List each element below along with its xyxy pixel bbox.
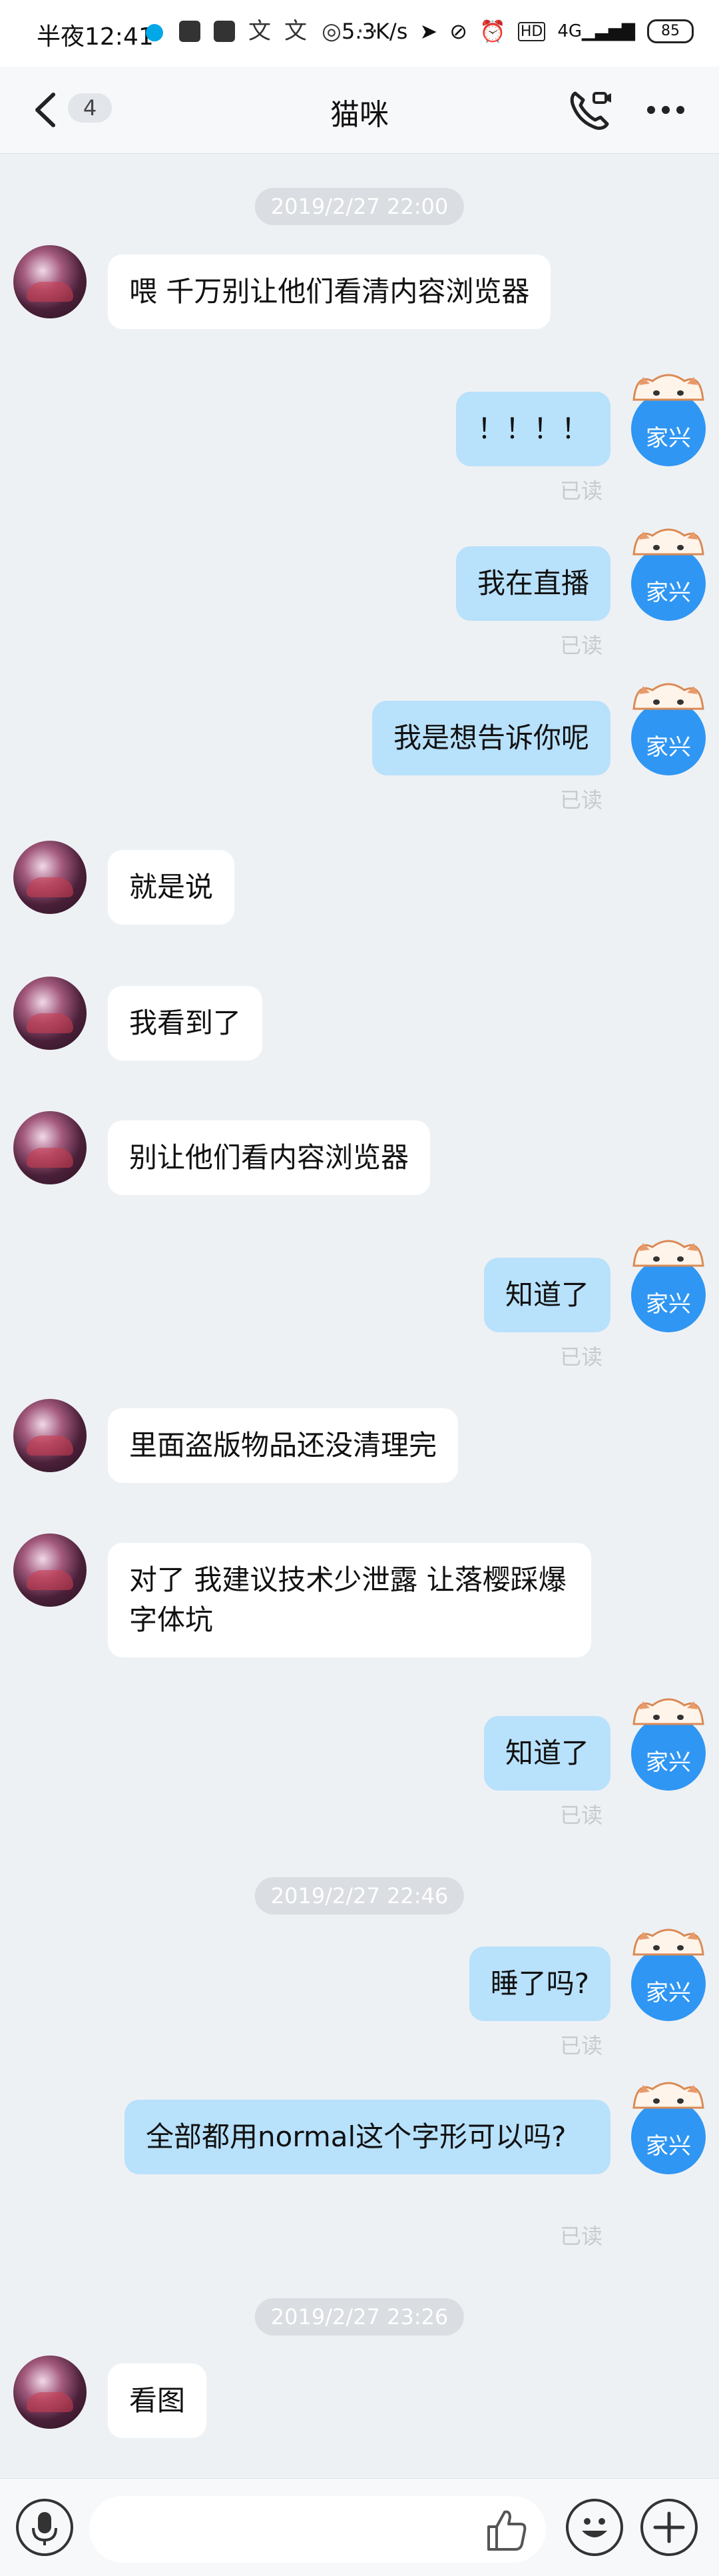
my-avatar[interactable]: 家兴 xyxy=(631,1698,706,1791)
contact-avatar[interactable] xyxy=(13,841,87,914)
message-bubble-sent[interactable]: 全部都用normal这个字形可以吗? xyxy=(124,2100,610,2174)
my-avatar[interactable]: 家兴 xyxy=(631,2082,706,2174)
message-bubble-sent[interactable]: 睡了吗? xyxy=(469,1946,610,2021)
my-avatar[interactable]: 家兴 xyxy=(631,683,706,775)
contact-avatar[interactable] xyxy=(13,1111,87,1184)
message-bubble-received[interactable]: 我看到了 xyxy=(108,986,263,1061)
read-receipt: 已读 xyxy=(559,2224,602,2249)
contact-avatar[interactable] xyxy=(13,2356,87,2429)
my-avatar-label: 家兴 xyxy=(646,425,691,452)
contact-avatar[interactable] xyxy=(13,977,87,1050)
cat-ears-icon xyxy=(632,1698,704,1725)
thumbs-up-icon xyxy=(487,2510,527,2551)
timestamp-separator: 2019/2/27 22:46 xyxy=(254,1877,465,1915)
more-dots-icon xyxy=(647,106,684,114)
contact-avatar[interactable] xyxy=(13,1399,87,1472)
smiley-icon xyxy=(582,2518,607,2537)
network-speed: 5.3K/s xyxy=(342,19,408,44)
message-bubble-sent[interactable]: 我在直播 xyxy=(455,546,610,621)
more-options-button[interactable] xyxy=(639,87,692,133)
message-bubble-received[interactable]: 看图 xyxy=(108,2363,207,2438)
message-bubble-sent[interactable]: 知道了 xyxy=(483,1716,610,1791)
read-receipt: 已读 xyxy=(559,2033,602,2058)
message-bubble-sent[interactable]: 我是想告诉你呢 xyxy=(371,701,610,775)
message-bubble-sent[interactable]: 知道了 xyxy=(483,1258,610,1332)
message-bubble-received[interactable]: 就是说 xyxy=(108,850,235,925)
battery-icon: 85 xyxy=(647,19,694,43)
status-time: 半夜12:41 xyxy=(37,23,154,51)
my-avatar-label: 家兴 xyxy=(646,1291,691,1318)
microphone-icon xyxy=(32,2512,57,2545)
message-bubble-received[interactable]: 喂 千万别让他们看清内容浏览器 xyxy=(108,254,551,329)
cat-ears-icon xyxy=(632,374,704,401)
my-avatar[interactable]: 家兴 xyxy=(631,374,706,466)
message-bubble-received[interactable]: 里面盗版物品还没清理完 xyxy=(108,1408,459,1483)
phone-video-icon xyxy=(570,91,611,130)
message-bubble-received[interactable]: 别让他们看内容浏览器 xyxy=(108,1120,431,1195)
my-avatar-label: 家兴 xyxy=(646,1749,691,1776)
cat-ears-icon xyxy=(632,2082,704,2109)
message-input[interactable] xyxy=(89,2496,546,2563)
cat-ears-icon xyxy=(632,1240,704,1267)
status-bar: 半夜12:41 ● 文 文 ◎ ··· 5.3K/s ➤ ⊘ ⏰ HD 4G▁▃… xyxy=(0,0,719,67)
timestamp-separator: 2019/2/27 22:00 xyxy=(254,188,465,225)
input-bar xyxy=(0,2478,719,2576)
more-actions-button[interactable] xyxy=(640,2499,698,2556)
app-notification-icon xyxy=(214,21,235,42)
system-status: 5.3K/s ➤ ⊘ ⏰ HD 4G▁▃▅▇ 85 xyxy=(342,15,694,48)
chat-header: 4 猫咪 xyxy=(0,67,719,154)
translate-icon: 文 xyxy=(284,18,307,45)
voice-button[interactable] xyxy=(16,2499,73,2556)
like-button[interactable] xyxy=(479,2504,533,2555)
read-receipt: 已读 xyxy=(559,478,602,504)
read-receipt: 已读 xyxy=(559,1344,602,1370)
cat-ears-icon xyxy=(632,528,704,556)
cat-ears-icon xyxy=(632,1929,704,1956)
mute-icon: ⊘ xyxy=(449,19,467,44)
app-notification-icon xyxy=(179,21,200,42)
message-bubble-sent[interactable]: ！！！！ xyxy=(455,392,610,466)
location-icon: ➤ xyxy=(419,19,438,44)
read-receipt: 已读 xyxy=(559,1803,602,1828)
my-avatar-label: 家兴 xyxy=(646,734,691,761)
my-avatar[interactable]: 家兴 xyxy=(631,1929,706,2021)
translate-icon: 文 xyxy=(248,18,271,45)
read-receipt: 已读 xyxy=(559,633,602,658)
alarm-icon: ⏰ xyxy=(479,19,506,44)
message-bubble-received[interactable]: 对了 我建议技术少泄露 让落樱踩爆字体坑 xyxy=(108,1543,591,1657)
hd-icon: HD xyxy=(517,21,546,41)
signal-icon: 4G▁▃▅▇ xyxy=(557,21,635,41)
plus-icon xyxy=(653,2511,685,2543)
my-avatar[interactable]: 家兴 xyxy=(631,528,706,621)
contact-avatar[interactable] xyxy=(13,245,87,318)
emoji-button[interactable] xyxy=(566,2499,623,2556)
call-button[interactable] xyxy=(566,87,612,133)
read-receipt: 已读 xyxy=(559,787,602,813)
my-avatar-label: 家兴 xyxy=(646,2133,691,2160)
qq-icon: ● xyxy=(144,18,164,45)
my-avatar-label: 家兴 xyxy=(646,580,691,606)
cat-ears-icon xyxy=(632,683,704,710)
my-avatar[interactable]: 家兴 xyxy=(631,1240,706,1332)
timestamp-separator: 2019/2/27 23:26 xyxy=(254,2298,465,2336)
contact-avatar[interactable] xyxy=(13,1533,87,1607)
my-avatar-label: 家兴 xyxy=(646,1980,691,2006)
weibo-icon: ◎ xyxy=(322,18,342,45)
